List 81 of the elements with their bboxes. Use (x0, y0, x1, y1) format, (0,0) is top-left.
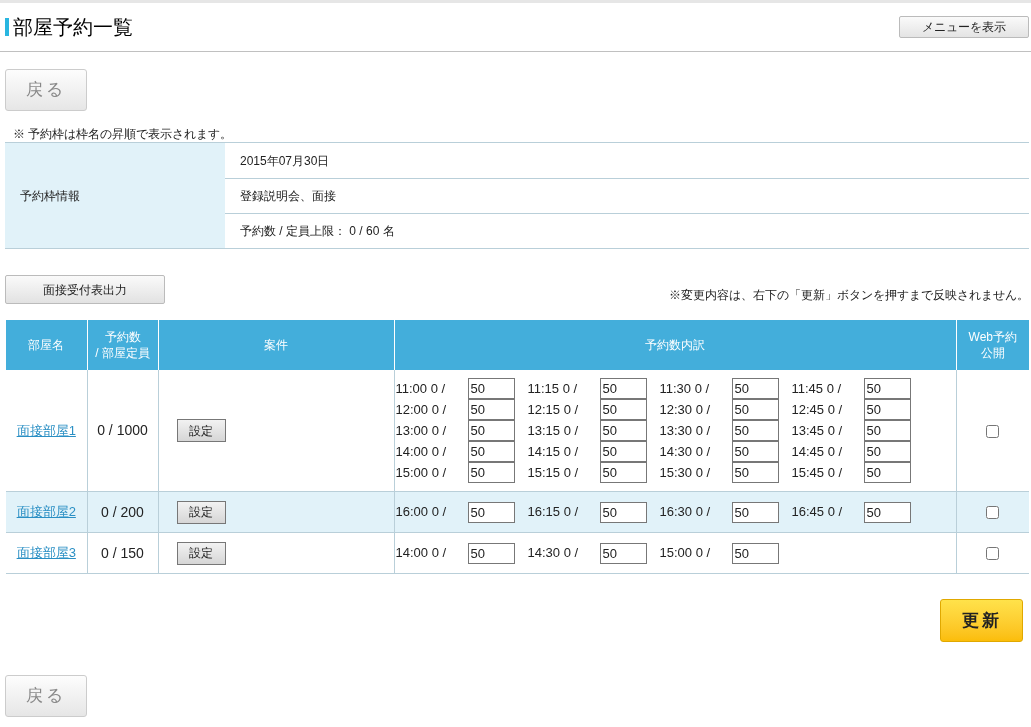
room-link[interactable]: 面接部屋3 (16, 545, 76, 561)
capacity-input[interactable]: 50 (467, 378, 515, 399)
time-slot-label: 15:15 0 / (527, 463, 580, 482)
time-slot-label: 14:30 0 / (527, 544, 580, 563)
page-title: 部屋予約一覧 (13, 17, 133, 37)
time-slot-label: 15:00 0 / (395, 463, 448, 482)
time-slot-label: 14:00 0 / (395, 544, 448, 563)
time-slot-label: 11:00 0 / (395, 379, 447, 398)
time-slot-label: 11:15 0 / (527, 379, 579, 398)
time-slot-label: 15:45 0 / (791, 463, 844, 482)
capacity-input[interactable]: 50 (731, 378, 779, 399)
time-slot-label: 13:30 0 / (659, 421, 712, 440)
capacity-input[interactable]: 50 (467, 501, 515, 523)
time-slot-label: 14:00 0 / (395, 442, 448, 461)
booking-count: 0 / 200 (87, 491, 158, 533)
capacity-input[interactable]: 50 (731, 501, 779, 523)
capacity-input[interactable]: 50 (731, 399, 779, 420)
time-slot-label: 14:15 0 / (527, 442, 580, 461)
column-header: Web予約公開 (956, 320, 1029, 370)
info-value: 2015年07月30日 (240, 152, 330, 170)
capacity-input[interactable]: 50 (467, 420, 515, 441)
capacity-input[interactable]: 50 (731, 420, 779, 441)
show-menu-button[interactable]: メニューを表示 (899, 16, 1029, 38)
time-slot-label: 11:30 0 / (659, 379, 711, 398)
web-publish-checkbox[interactable] (986, 547, 1000, 561)
capacity-input[interactable]: 50 (863, 420, 911, 441)
capacity-input[interactable]: 50 (599, 542, 647, 564)
booking-count: 0 / 150 (87, 532, 158, 574)
time-slot-label: 15:30 0 / (659, 463, 712, 482)
capacity-input[interactable]: 50 (467, 542, 515, 564)
capacity-input[interactable]: 50 (863, 462, 911, 483)
sort-note: ※ 予約枠は枠名の昇順で表示されます。 (12, 126, 234, 142)
title-accent-bar (5, 18, 9, 36)
settings-button[interactable]: 設定 (176, 419, 226, 442)
capacity-input[interactable]: 50 (731, 462, 779, 483)
info-value: 登録説明会、面接 (240, 188, 336, 205)
capacity-input[interactable]: 50 (599, 420, 647, 441)
time-slot-label: 12:15 0 / (527, 400, 580, 419)
capacity-input[interactable]: 50 (863, 501, 911, 523)
capacity-input[interactable]: 50 (863, 441, 911, 462)
column-header: 部屋名 (6, 320, 87, 370)
web-publish-checkbox[interactable] (986, 506, 1000, 520)
capacity-input[interactable]: 50 (467, 441, 515, 462)
time-slot-label: 13:45 0 / (791, 421, 844, 440)
capacity-input[interactable]: 50 (599, 441, 647, 462)
time-slot-label: 14:30 0 / (659, 442, 712, 461)
time-slot-label: 12:45 0 / (791, 400, 844, 419)
settings-button[interactable]: 設定 (176, 541, 226, 565)
change-note: ※変更内容は、右下の「更新」ボタンを押すまで反映されません。 (669, 287, 1029, 304)
update-button[interactable]: 更新 (940, 599, 1023, 642)
time-slot-label: 12:00 0 / (395, 400, 448, 419)
capacity-input[interactable]: 50 (599, 462, 647, 483)
capacity-input[interactable]: 50 (599, 501, 647, 523)
capacity-input[interactable]: 50 (599, 378, 647, 399)
capacity-input[interactable]: 50 (863, 378, 911, 399)
time-slot-label: 13:00 0 / (395, 421, 448, 440)
capacity-input[interactable]: 50 (731, 542, 779, 564)
time-slot-label: 15:00 0 / (659, 544, 712, 563)
time-slot-label: 16:15 0 / (527, 503, 580, 522)
booking-count: 0 / 1000 (87, 370, 158, 492)
capacity-input[interactable]: 50 (731, 441, 779, 462)
room-link[interactable]: 面接部屋1 (16, 422, 76, 438)
column-header: 予約数 / 部屋定員 (87, 320, 158, 370)
capacity-input[interactable]: 50 (467, 399, 515, 420)
capacity-input[interactable]: 50 (599, 399, 647, 420)
settings-button[interactable]: 設定 (176, 500, 226, 524)
time-slot-label: 11:45 0 / (791, 379, 843, 398)
info-label: 予約枠情報 (5, 143, 225, 248)
info-value: 予約数 / 定員上限： 0 / 60 名 (240, 223, 395, 240)
time-slot-label: 12:30 0 / (659, 400, 712, 419)
time-slot-label: 16:30 0 / (659, 503, 712, 522)
export-button[interactable]: 面接受付表出力 (5, 275, 165, 304)
time-slot-label: 14:45 0 / (791, 442, 844, 461)
time-slot-label: 13:15 0 / (527, 421, 580, 440)
time-slot-label: 16:45 0 / (791, 503, 844, 522)
time-slot-label: 16:00 0 / (395, 503, 448, 522)
column-header: 案件 (158, 320, 394, 370)
capacity-input[interactable]: 50 (467, 462, 515, 483)
capacity-input[interactable]: 50 (863, 399, 911, 420)
web-publish-checkbox[interactable] (986, 424, 1000, 438)
column-header: 予約数内訳 (394, 320, 956, 370)
